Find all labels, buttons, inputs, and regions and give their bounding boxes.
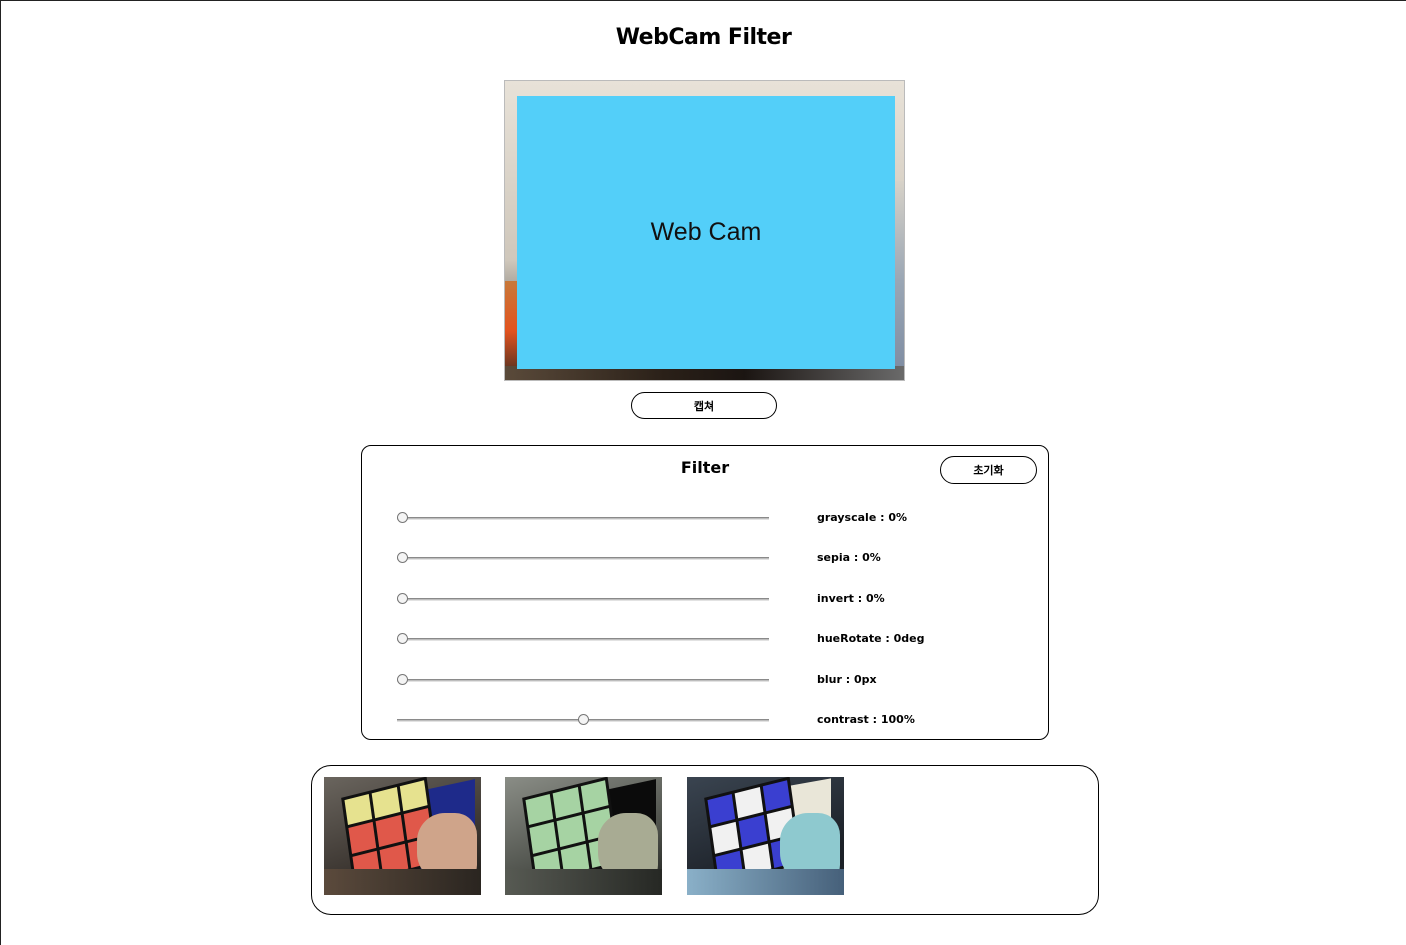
- contrast-label: contrast : 100%: [817, 713, 915, 726]
- huerotate-slider[interactable]: [397, 638, 769, 641]
- slider-row-huerotate: hueRotate : 0deg: [362, 629, 1048, 649]
- sepia-slider[interactable]: [397, 557, 769, 560]
- slider-row-contrast: contrast : 100%: [362, 710, 1048, 730]
- blur-label: blur : 0px: [817, 673, 877, 686]
- slider-row-blur: blur : 0px: [362, 670, 1048, 690]
- blur-slider-thumb[interactable]: [397, 674, 408, 685]
- slider-row-sepia: sepia : 0%: [362, 548, 1048, 568]
- captured-photo[interactable]: [324, 777, 481, 895]
- grayscale-slider-thumb[interactable]: [397, 512, 408, 523]
- invert-slider-thumb[interactable]: [397, 593, 408, 604]
- huerotate-slider-thumb[interactable]: [397, 633, 408, 644]
- contrast-slider-thumb[interactable]: [577, 714, 589, 725]
- filter-panel: Filter 초기화 grayscale : 0% sepia : 0% inv…: [361, 445, 1049, 740]
- grayscale-slider[interactable]: [397, 517, 769, 520]
- reset-button[interactable]: 초기화: [940, 456, 1037, 484]
- blur-slider[interactable]: [397, 679, 769, 682]
- huerotate-label: hueRotate : 0deg: [817, 632, 925, 645]
- webcam-placeholder: Web Cam: [517, 96, 895, 369]
- webcam-video: Web Cam: [504, 80, 905, 381]
- invert-slider[interactable]: [397, 598, 769, 601]
- captured-photo[interactable]: [687, 777, 844, 895]
- sepia-label: sepia : 0%: [817, 551, 881, 564]
- slider-row-grayscale: grayscale : 0%: [362, 508, 1048, 528]
- captured-photo[interactable]: [505, 777, 662, 895]
- grayscale-label: grayscale : 0%: [817, 511, 908, 524]
- photo-background: [324, 869, 481, 895]
- capture-gallery: [311, 765, 1099, 915]
- slider-row-invert: invert : 0%: [362, 589, 1048, 609]
- invert-label: invert : 0%: [817, 592, 885, 605]
- photo-background: [687, 869, 844, 895]
- photo-background: [505, 869, 662, 895]
- page-title: WebCam Filter: [615, 25, 792, 50]
- sepia-slider-thumb[interactable]: [397, 552, 408, 563]
- capture-button[interactable]: 캡쳐: [631, 392, 777, 419]
